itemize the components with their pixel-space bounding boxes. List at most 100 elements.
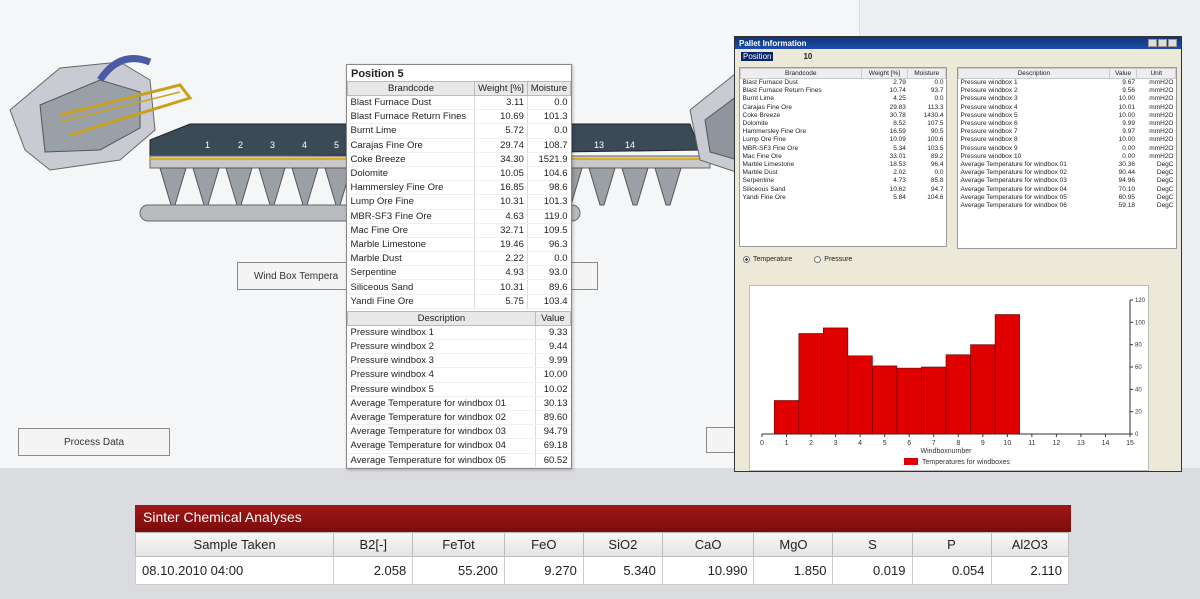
table-cell: 4.73 bbox=[893, 177, 906, 185]
table-row: Siliceous Sand 10.62 94.7 bbox=[741, 185, 946, 193]
table-cell: 29.74 bbox=[474, 138, 528, 153]
pallet-materials-table[interactable]: Brandcode Weight [%] Moisture Blast Furnace… bbox=[739, 67, 947, 247]
table-cell: Yandi Fine Ore bbox=[347, 294, 475, 309]
table-cell: Marble Limestone bbox=[347, 237, 475, 253]
table-cell: 119.0 bbox=[526, 209, 571, 224]
column-header: Value bbox=[1108, 68, 1138, 79]
table-cell: 0.0 bbox=[526, 123, 571, 139]
table-cell: 10.01 bbox=[1118, 103, 1135, 111]
table-cell: Hammersley Fine Ore bbox=[742, 128, 807, 136]
bar-windbox-10 bbox=[994, 314, 1020, 435]
table-cell: 9.97 bbox=[1122, 128, 1135, 136]
table-cell: 9.270 bbox=[503, 556, 584, 585]
table-cell: Pressure windbox 5 bbox=[960, 111, 1018, 119]
windbox-hopper bbox=[258, 167, 286, 206]
table-row: Pressure windbox 7 9.97 mmH2O bbox=[959, 128, 1176, 136]
table-cell: 10.00 bbox=[1118, 136, 1135, 144]
table-row: Lump Ore Fine 10.31 101.3 bbox=[347, 194, 571, 210]
close-icon[interactable] bbox=[1168, 39, 1177, 47]
table-cell: 2.02 bbox=[893, 169, 906, 177]
table-cell: Serpentine bbox=[347, 265, 475, 281]
table-cell: 16.59 bbox=[889, 128, 906, 136]
table-cell: 10.05 bbox=[474, 166, 528, 182]
table-cell: 0.0 bbox=[526, 95, 571, 111]
table-row: 08.10.2010 04:00 2.058 55.200 9.270 5.340 10.… bbox=[134, 556, 1070, 585]
table-cell: 4.93 bbox=[474, 265, 528, 281]
table-cell: 10.09 bbox=[889, 136, 906, 144]
table-cell: mmH2O bbox=[1149, 111, 1174, 119]
bar-windbox-7 bbox=[921, 366, 947, 435]
window-controls bbox=[1148, 39, 1177, 47]
pallet-description-table[interactable]: Description Value Unit Pressure windbox 1 9.… bbox=[957, 67, 1177, 249]
wind-box-temperature-button[interactable]: Wind Box Tempera bbox=[237, 262, 355, 290]
position-value[interactable]: 10 bbox=[803, 52, 812, 61]
table-cell: 1521.9 bbox=[526, 152, 571, 167]
table-cell: DegC bbox=[1156, 185, 1174, 193]
table-cell: DegC bbox=[1156, 169, 1174, 177]
bar-windbox-9 bbox=[970, 344, 996, 435]
x-tick-label: 14 bbox=[1102, 440, 1110, 447]
table-row: Marble Dust 2.02 0.0 bbox=[741, 169, 946, 177]
table-cell: 10.31 bbox=[474, 279, 528, 295]
chart-svg: 0 1 2 3 4 5 6 7 8 9 10 11 12 13 14 15020406080100120Win… bbox=[760, 298, 1159, 466]
column-header: SiO2 bbox=[582, 532, 663, 557]
table-cell: Pressure windbox 6 bbox=[960, 120, 1018, 128]
table-row: Hammersley Fine Ore 16.85 98.6 bbox=[347, 180, 571, 196]
table-cell: 0.0 bbox=[934, 95, 944, 103]
minimize-icon[interactable] bbox=[1148, 39, 1157, 47]
table-cell: Pressure windbox 5 bbox=[347, 382, 536, 397]
x-tick-label: 15 bbox=[1126, 440, 1134, 447]
table-cell: 9.67 bbox=[1122, 79, 1135, 87]
table-row: Pressure windbox 10 0.00 mmH2O bbox=[959, 152, 1176, 160]
table-cell: Siliceous Sand bbox=[347, 279, 475, 295]
table-cell: Average Temperature for windbox 06 bbox=[960, 201, 1067, 209]
table-cell: 4.63 bbox=[474, 209, 528, 224]
table-row: Serpentine 4.73 85.8 bbox=[741, 177, 946, 185]
position-label: Position bbox=[741, 51, 774, 61]
table-cell: 10.74 bbox=[889, 87, 906, 95]
table-cell: 10.990 bbox=[661, 556, 755, 585]
table-cell: 10.00 bbox=[1118, 111, 1135, 119]
table-row: Pressure windbox 8 10.00 mmH2O bbox=[959, 136, 1176, 144]
radio-checked-icon[interactable] bbox=[743, 256, 750, 263]
column-header: Brandcode bbox=[347, 81, 476, 96]
position-5-tooltip: Position 5 Brandcode Weight [%] Moisture B… bbox=[346, 64, 572, 469]
window-title: Pallet Information bbox=[739, 38, 807, 48]
table-cell: 103.5 bbox=[927, 144, 944, 152]
radio-unchecked-icon[interactable] bbox=[814, 256, 822, 263]
table-cell: 96.4 bbox=[930, 160, 944, 168]
table-row: Average Temperature for windbox 04 70.10 D… bbox=[959, 185, 1176, 193]
y-tick-label: 20 bbox=[1135, 410, 1142, 416]
table-cell: MBR-SF3 Fine Ore bbox=[742, 144, 799, 152]
table-cell: Carajas Fine Ore bbox=[742, 103, 793, 111]
table-cell: Marble Dust bbox=[742, 169, 778, 177]
table-cell: Pressure windbox 2 bbox=[347, 339, 536, 355]
x-tick-label: 10 bbox=[1003, 440, 1011, 447]
column-header: Weight [%] bbox=[860, 68, 909, 79]
table-row: Average Temperature for windbox 05 60.52 bbox=[347, 453, 571, 468]
table-cell: Lump Ore Fine bbox=[742, 136, 786, 144]
radio-temperature[interactable]: Temperature bbox=[743, 256, 792, 263]
table-cell: 0.019 bbox=[832, 556, 913, 585]
table-cell: 101.3 bbox=[526, 109, 571, 125]
process-data-button[interactable]: Process Data bbox=[18, 428, 170, 456]
windbox-number: 5 bbox=[334, 140, 339, 150]
column-header: CaO bbox=[661, 532, 755, 557]
table-row: Pressure windbox 1 9.67 mmH2O bbox=[959, 79, 1176, 87]
maximize-icon[interactable] bbox=[1158, 39, 1167, 47]
table-cell: 5.72 bbox=[474, 123, 528, 139]
table-cell: Pressure windbox 4 bbox=[347, 367, 536, 383]
table-cell: 89.2 bbox=[930, 152, 944, 160]
table-cell: 8.52 bbox=[893, 120, 906, 128]
table-cell: mmH2O bbox=[1149, 103, 1174, 111]
table-row: Pressure windbox 4 10.01 mmH2O bbox=[959, 103, 1176, 111]
radio-pressure[interactable]: Pressure bbox=[814, 256, 852, 263]
table-cell: 113.3 bbox=[927, 103, 944, 111]
windbox-number: 13 bbox=[594, 140, 604, 150]
table-cell: mmH2O bbox=[1149, 144, 1174, 152]
table-row: Carajas Fine Ore 29.74 108.7 bbox=[347, 138, 571, 153]
table-cell: Yandi Fine Ore bbox=[742, 193, 786, 201]
table-cell: 100.6 bbox=[927, 136, 944, 144]
column-header: Description bbox=[958, 68, 1110, 79]
table-row: MBR-SF3 Fine Ore 4.63 119.0 bbox=[347, 209, 571, 224]
